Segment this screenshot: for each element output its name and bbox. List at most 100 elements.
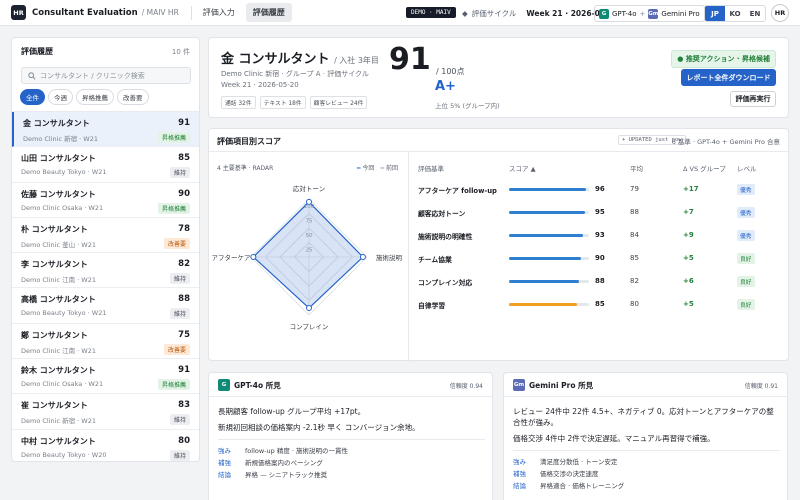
app-title: Consultant Evaluation: [32, 7, 138, 18]
criterion-average: 84: [630, 231, 639, 239]
history-list-item[interactable]: 崔 コンサルタント 83 Demo Clinic 新宿 · W21 維持: [12, 394, 199, 430]
col-level: レベル: [737, 165, 757, 173]
item-name: 鈴木 コンサルタント: [21, 366, 96, 376]
finding-row: 強み follow-up 精度 · 施術説明の一貫性: [218, 445, 348, 455]
item-status-badge: 昇格推薦: [157, 132, 190, 143]
item-name: 中村 コンサルタント: [21, 436, 96, 446]
finding-value: 昇格適合 · 価格トレーニング: [540, 482, 625, 490]
recommendation-badge: ● 推奨アクション · 昇格候補: [671, 50, 776, 68]
history-list-item[interactable]: 中村 コンサルタント 80 Demo Beauty Tokyo · W20 維持: [12, 430, 199, 461]
criterion-average: 85: [630, 254, 639, 262]
demo-badge: DEMO · MAIV: [406, 7, 456, 18]
history-list-item[interactable]: 鈴木 コンサルタント 91 Demo Clinic Osaka · W21 昇格…: [12, 359, 199, 395]
confidence: 信頼度 0.94: [449, 383, 483, 390]
model-name-gemini: Gemini Pro: [661, 9, 700, 18]
radar-point: [250, 254, 257, 260]
finding-text: 新規初回相談の価格案内 -2.1秒 早く コンバージョン余地。: [218, 423, 420, 432]
criterion-delta: +6: [683, 277, 694, 285]
radar-svg: 100 75 50 25 応対トーン施術説明コンプレイン アフターケア: [212, 184, 403, 331]
history-list-item[interactable]: 鄭 コンサルタント 75 Demo Clinic 江南 · W21 改善要: [12, 324, 199, 360]
history-list-item[interactable]: 李 コンサルタント 82 Demo Clinic 江南 · W21 維持: [12, 253, 199, 289]
criterion-score: 88: [595, 277, 605, 285]
divider: [218, 439, 485, 440]
tab-evaluation-input[interactable]: 評価入力: [196, 3, 242, 22]
download-report-button[interactable]: レポート全件ダウンロード: [681, 69, 776, 86]
finding-key: 強み: [218, 447, 231, 455]
history-list-item[interactable]: 朴 コンサルタント 78 Demo Clinic 釜山 · W21 改善要: [12, 218, 199, 254]
panel-header: G GPT-4o 所見 信頼度 0.94: [209, 373, 492, 397]
level-badge: 優秀: [737, 207, 755, 218]
item-score: 80: [178, 435, 190, 446]
finding-key: 補強: [218, 459, 231, 467]
finding-row: 補強 新規価格案内のペーシング: [218, 457, 323, 467]
language-switcher: JP KO EN: [704, 5, 766, 22]
search-input[interactable]: コンサルタント / クリニック検索: [21, 67, 191, 84]
gemini-icon: Gm: [648, 8, 659, 19]
table-row: 施術説明の明確性 93 84 +9 優秀: [409, 225, 790, 247]
item-clinic: Demo Beauty Tokyo · W21: [21, 309, 107, 318]
history-list-item[interactable]: 金 コンサルタント 91 Demo Clinic 新宿 · W21 昇格推薦: [12, 112, 199, 148]
history-count: 10 件: [171, 47, 190, 56]
rerun-evaluation-button[interactable]: 評価再実行: [730, 91, 776, 107]
total-score: 91: [389, 42, 431, 77]
gemini-icon: Gm: [513, 379, 525, 391]
finding-row: 結論 昇格 — シニアトラック推奨: [218, 469, 327, 479]
scores-meta: 6 基準 · GPT-4o + Gemini Pro 合意: [671, 138, 780, 146]
cycle-label: 評価サイクル: [471, 9, 517, 18]
item-status-badge: 維持: [169, 308, 190, 320]
item-score: 75: [178, 329, 190, 340]
tag-reviews: 顧客レビュー 24件: [309, 96, 368, 109]
consultant-description: Demo Clinic 新宿 · グループ A · 評価サイクル Week 21…: [221, 70, 369, 89]
cycle-selector[interactable]: ◆ 評価サイクル Week 21 · 2026-05: [462, 8, 605, 19]
consultant-name: 金 コンサルタント: [221, 52, 330, 67]
item-clinic: Demo Clinic 新宿 · W21: [21, 417, 96, 426]
consultant-tenure: / 入社 3年目: [334, 56, 379, 65]
model-selector[interactable]: G GPT-4o + Gm Gemini Pro: [594, 5, 705, 22]
gpt-icon: G: [599, 8, 609, 19]
criterion-score: 95: [595, 208, 605, 216]
lang-ko-button[interactable]: KO: [725, 6, 745, 21]
item-name: 佐藤 コンサルタント: [21, 189, 96, 199]
finding-key: 結論: [218, 471, 231, 479]
search-icon: [28, 71, 36, 80]
item-name: 李 コンサルタント: [21, 260, 88, 270]
lang-en-button[interactable]: EN: [745, 6, 765, 21]
filter-all[interactable]: 全件: [20, 89, 45, 105]
table-row: アフターケア follow-up 96 79 +17 優秀: [409, 179, 790, 201]
gemini-findings-panel: Gm Gemini Pro 所見 信頼度 0.91 レビュー 24件中 22件 …: [503, 372, 788, 500]
confidence: 信頼度 0.91: [744, 383, 778, 390]
sort-up-icon: ▲: [530, 165, 536, 173]
score-out-of: / 100点: [436, 67, 465, 76]
filter-needs-improvement[interactable]: 改善要: [117, 89, 149, 105]
level-badge: 優秀: [737, 184, 755, 195]
finding-value: 昇格 — シニアトラック推奨: [245, 471, 328, 479]
gpt-icon: G: [218, 379, 230, 391]
level-badge: 良好: [737, 253, 755, 264]
history-list-item[interactable]: 佐藤 コンサルタント 90 Demo Clinic Osaka · W21 昇格…: [12, 183, 199, 218]
user-avatar[interactable]: HR: [771, 4, 789, 22]
criterion-name: コンプレイン対応: [418, 279, 473, 287]
lang-jp-button[interactable]: JP: [705, 6, 725, 21]
item-status-badge: 昇格推薦: [157, 202, 190, 214]
radar-axis-label: 応対トーン: [293, 184, 325, 193]
finding-key: 補強: [513, 470, 526, 478]
item-clinic: Demo Clinic 江南 · W21: [21, 276, 96, 285]
divider: [513, 450, 780, 451]
grade: A+: [435, 79, 456, 94]
radar-axis-label: コンプレイン: [290, 323, 329, 331]
table-row: 自律学習 85 80 +5 良好: [409, 294, 790, 316]
search-placeholder: コンサルタント / クリニック検索: [40, 71, 145, 80]
filter-promotion[interactable]: 昇格推薦: [76, 89, 114, 105]
criterion-name: アフターケア follow-up: [418, 187, 497, 195]
col-score[interactable]: スコア ▲: [509, 163, 536, 173]
tab-evaluation-history[interactable]: 評価履歴: [245, 3, 292, 22]
filter-chips: 全件 今週 昇格推薦 改善要: [20, 89, 199, 105]
score-bar: [509, 211, 589, 214]
item-score: 91: [178, 365, 190, 376]
item-score: 82: [178, 259, 190, 270]
item-name: 朴 コンサルタント: [21, 224, 88, 234]
history-list-item[interactable]: 高橋 コンサルタント 88 Demo Beauty Tokyo · W21 維持: [12, 288, 199, 324]
history-list-item[interactable]: 山田 コンサルタント 85 Demo Beauty Tokyo · W21 維持: [12, 147, 199, 183]
filter-this-week[interactable]: 今週: [48, 89, 73, 105]
criterion-score: 85: [595, 300, 605, 308]
